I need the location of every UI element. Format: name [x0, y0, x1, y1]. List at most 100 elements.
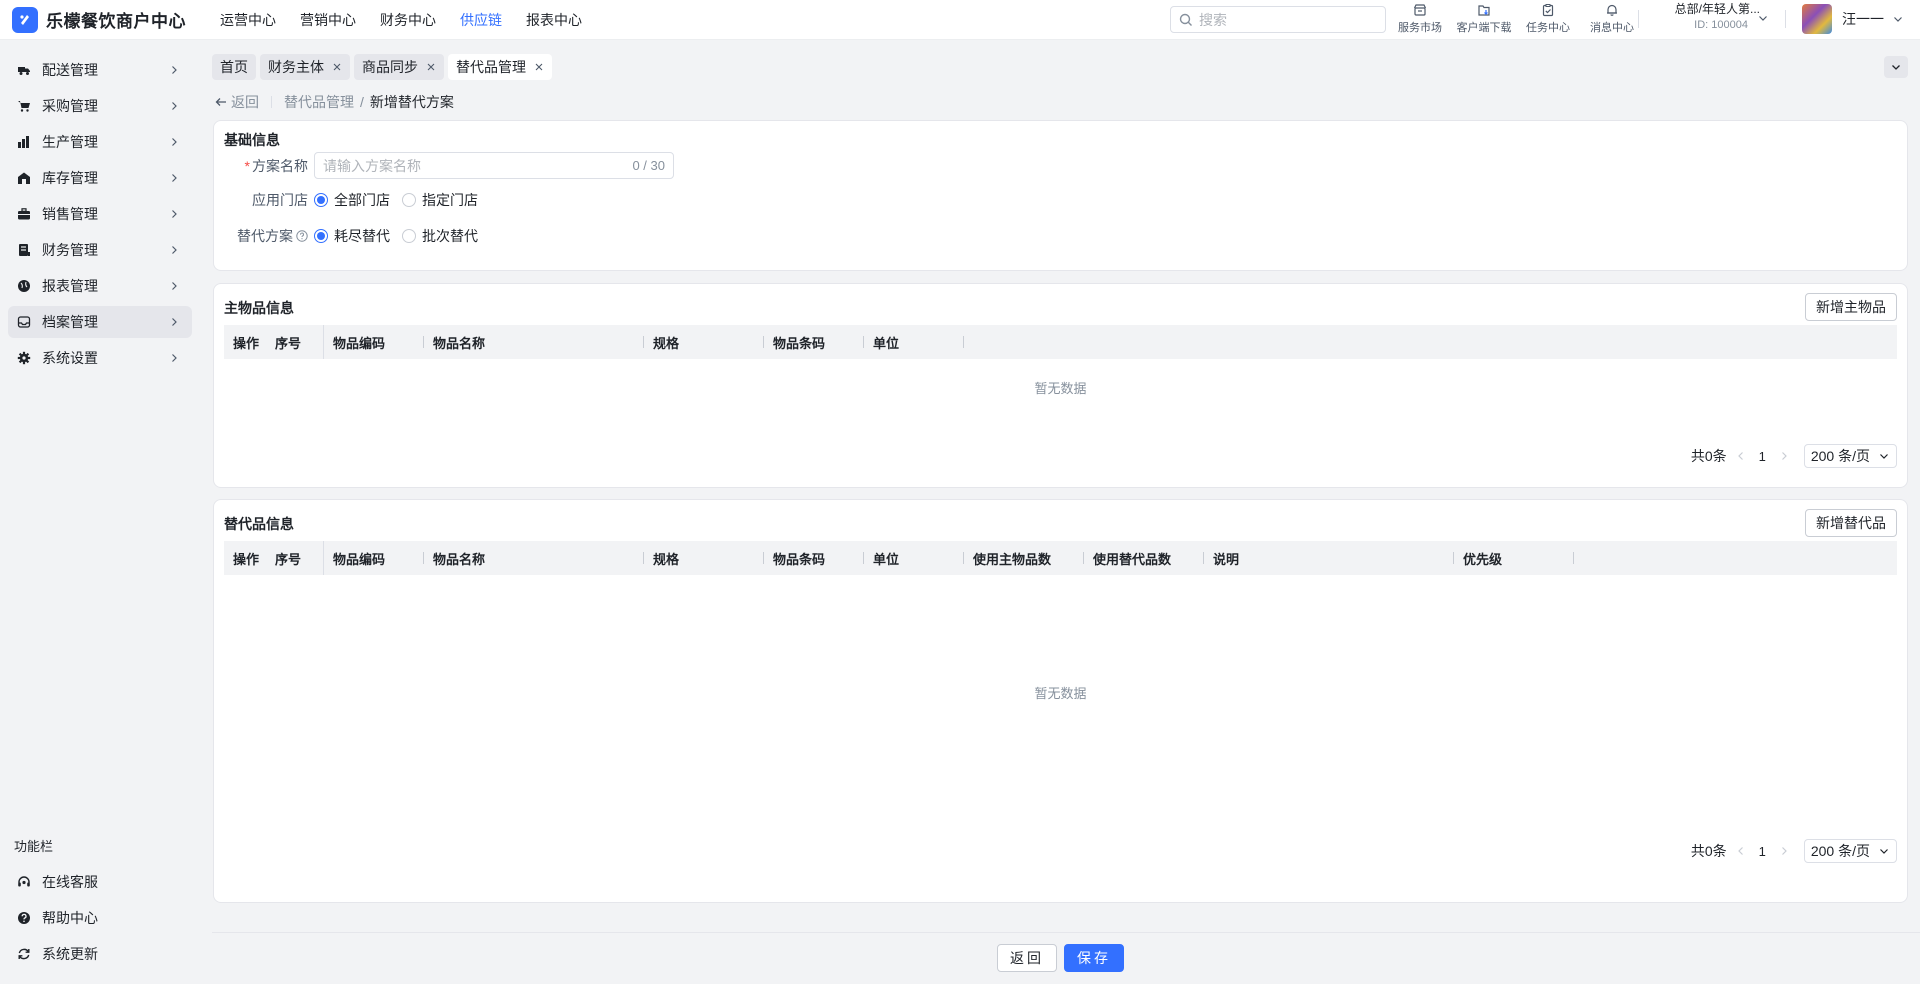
- column-header: 物品条码: [764, 325, 864, 359]
- nav-reports[interactable]: 报表中心: [526, 10, 582, 30]
- sidebar-item-settings[interactable]: 系统设置: [8, 342, 192, 374]
- column-header: 操作: [233, 335, 260, 351]
- client-download-button[interactable]: 客户端下载: [1452, 2, 1516, 35]
- main-content: 首页 财务主体 商品同步 替代品管理 返回 替代品管理 / 新增替代方案 基础信…: [200, 40, 1920, 984]
- chevron-left-icon[interactable]: [1735, 450, 1747, 462]
- radio-exhaust-replace[interactable]: 耗尽替代: [314, 226, 390, 246]
- page-number[interactable]: 1: [1759, 449, 1766, 464]
- radio-specific-stores[interactable]: 指定门店: [402, 190, 478, 210]
- plan-name-input[interactable]: 请输入方案名称 0 / 30: [314, 152, 674, 179]
- tab-home[interactable]: 首页: [212, 54, 256, 80]
- column-header: 物品编码: [324, 325, 424, 359]
- feature-bar-title: 功能栏: [14, 839, 54, 854]
- sidebar-item-sales[interactable]: 销售管理: [8, 198, 192, 230]
- gear-icon: [16, 350, 32, 366]
- radio-all-stores[interactable]: 全部门店: [314, 190, 390, 210]
- top-bar: 乐檬餐饮商户中心 运营中心 营销中心 财务中心 供应链 报表中心 搜索 服务市场…: [0, 0, 1920, 40]
- page-size-value: 200 条/页: [1810, 448, 1870, 464]
- sidebar-item-label: 生产管理: [42, 134, 98, 150]
- nav-finance[interactable]: 财务中心: [380, 10, 436, 30]
- warehouse-icon: [16, 170, 32, 186]
- tool-bar: 服务市场 客户端下载 任务中心 消息中心: [1388, 2, 1644, 35]
- close-icon[interactable]: [534, 62, 544, 72]
- char-counter: 0 / 30: [632, 158, 665, 173]
- chevron-left-icon[interactable]: [1735, 845, 1747, 857]
- tab-product-sync[interactable]: 商品同步: [354, 54, 444, 80]
- section-title: 替代品信息: [224, 516, 294, 532]
- nav-supply-chain[interactable]: 供应链: [460, 10, 502, 30]
- sidebar-item-production[interactable]: 生产管理: [8, 126, 192, 158]
- search-icon: [1179, 13, 1192, 26]
- section-title: 主物品信息: [224, 300, 294, 316]
- page-size-select[interactable]: 200 条/页: [1803, 839, 1897, 863]
- add-main-item-button[interactable]: 新增主物品: [1805, 293, 1897, 321]
- search-input[interactable]: 搜索: [1170, 6, 1386, 33]
- chevron-right-icon: [172, 66, 177, 74]
- tool-label: 服务市场: [1398, 22, 1442, 34]
- tab-finance-entity[interactable]: 财务主体: [260, 54, 350, 80]
- chevron-right-icon[interactable]: [1778, 450, 1790, 462]
- sidebar: 配送管理 采购管理 生产管理 库存管理 销售管理 财务管理 报表管理 档案管理: [0, 40, 200, 984]
- close-icon[interactable]: [332, 62, 342, 72]
- question-circle-icon[interactable]: [296, 230, 308, 242]
- sidebar-item-purchase[interactable]: 采购管理: [8, 90, 192, 122]
- breadcrumb-separator: /: [360, 94, 364, 110]
- page-size-select[interactable]: 200 条/页: [1803, 444, 1897, 468]
- headset-icon: [16, 874, 32, 890]
- column-header: 物品编码: [324, 541, 424, 575]
- sidebar-item-archives[interactable]: 档案管理: [8, 306, 192, 338]
- chevron-down-icon: [1880, 849, 1888, 854]
- radio-label: 全部门店: [334, 192, 390, 208]
- sidebar-item-label: 销售管理: [42, 206, 98, 222]
- radio-batch-replace[interactable]: 批次替代: [402, 226, 478, 246]
- main-items-card: 主物品信息 新增主物品 操作 序号 物品编码 物品名称 规格 物品条码 单位 暂…: [213, 283, 1908, 488]
- chevron-right-icon: [172, 138, 177, 146]
- divider: [271, 96, 272, 108]
- tool-label: 任务中心: [1526, 22, 1570, 34]
- tab-substitute-management[interactable]: 替代品管理: [448, 54, 552, 80]
- pagination: 共0条 1 200 条/页: [1691, 839, 1897, 863]
- app-logo[interactable]: 乐檬餐饮商户中心: [0, 6, 210, 33]
- chevron-right-icon: [172, 210, 177, 218]
- breadcrumb-parent[interactable]: 替代品管理: [284, 92, 354, 112]
- column-header: 操作: [233, 551, 260, 567]
- column-header: 单位: [864, 325, 964, 359]
- sidebar-item-label: 财务管理: [42, 242, 98, 258]
- user-menu[interactable]: 汪一一: [1802, 4, 1904, 34]
- org-name: 总部/年轻人第...: [1674, 2, 1760, 16]
- tabs-dropdown-button[interactable]: [1884, 56, 1908, 78]
- org-switcher[interactable]: 总部/年轻人第... ID: 100004: [1650, 1, 1760, 33]
- back-link[interactable]: 返回: [214, 92, 259, 112]
- chevron-right-icon: [172, 318, 177, 326]
- task-center-button[interactable]: 任务中心: [1516, 2, 1580, 35]
- save-button[interactable]: 保存: [1064, 944, 1124, 972]
- tab-label: 财务主体: [268, 59, 324, 75]
- close-icon[interactable]: [426, 62, 436, 72]
- sidebar-item-finance[interactable]: 财务管理: [8, 234, 192, 266]
- input-placeholder: 请输入方案名称: [323, 157, 421, 174]
- column-header: 序号: [266, 325, 324, 359]
- download-icon: [1478, 5, 1490, 16]
- sidebar-item-help[interactable]: 帮助中心: [8, 902, 192, 934]
- nav-marketing[interactable]: 营销中心: [300, 10, 356, 30]
- back-label: 返回: [231, 94, 259, 110]
- store-label: 应用门店: [252, 192, 308, 208]
- sidebar-item-reports[interactable]: 报表管理: [8, 270, 192, 302]
- sidebar-item-delivery[interactable]: 配送管理: [8, 54, 192, 86]
- sidebar-item-update[interactable]: 系统更新: [8, 938, 192, 970]
- column-header: 单位: [864, 541, 964, 575]
- chevron-right-icon[interactable]: [1778, 845, 1790, 857]
- chevron-down-icon[interactable]: [1757, 12, 1769, 24]
- service-market-button[interactable]: 服务市场: [1388, 2, 1452, 35]
- add-substitute-button[interactable]: 新增替代品: [1805, 509, 1897, 537]
- total-count: 共0条: [1690, 843, 1727, 859]
- nav-operations[interactable]: 运营中心: [220, 10, 276, 30]
- back-button[interactable]: 返回: [997, 944, 1057, 972]
- sidebar-item-inventory[interactable]: 库存管理: [8, 162, 192, 194]
- sidebar-item-online-service[interactable]: 在线客服: [8, 866, 192, 898]
- page-number[interactable]: 1: [1759, 844, 1766, 859]
- message-center-button[interactable]: 消息中心: [1580, 2, 1644, 35]
- column-header: 物品名称: [424, 541, 644, 575]
- radio-dot: [314, 229, 328, 243]
- radio-dot: [314, 193, 328, 207]
